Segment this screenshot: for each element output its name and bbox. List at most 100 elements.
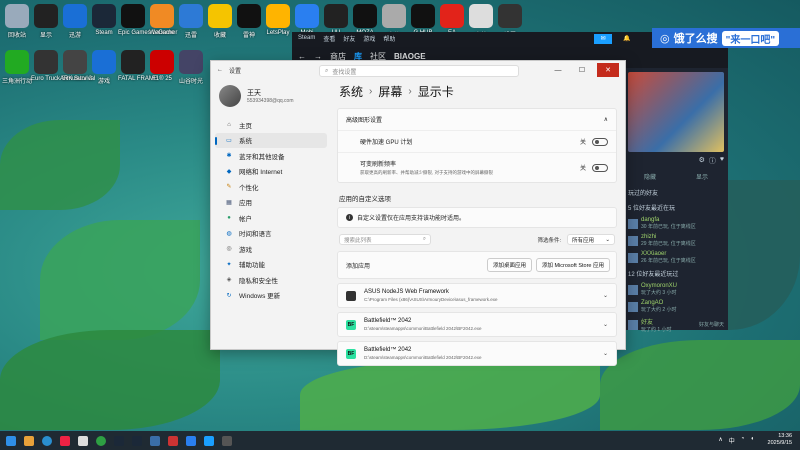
settings-taskbar-icon[interactable]	[222, 435, 232, 446]
filter-select[interactable]: 所有应用 ⌄	[567, 234, 615, 245]
desktop-shortcut[interactable]: WeGame	[147, 4, 177, 36]
bell-icon[interactable]: 🔔	[618, 34, 636, 44]
desktop-shortcut[interactable]: 雷神	[234, 4, 264, 39]
desktop-shortcut[interactable]: 回收站	[2, 4, 32, 39]
user-profile[interactable]: 王天 553934398@qq.com	[211, 79, 331, 117]
settings-search-input[interactable]: ⌕ 查找设置	[319, 65, 519, 77]
steam-taskbar-icon-2[interactable]	[132, 435, 142, 446]
desktop-shortcut[interactable]: Epic Games Launcher	[118, 4, 177, 36]
app-icon[interactable]	[168, 435, 178, 446]
heart-icon[interactable]: ♥	[720, 156, 724, 166]
app-list-item[interactable]: BF Battlefield™ 2042 D:\steam\steamapps\co…	[337, 312, 617, 337]
search-icon: ⌕	[325, 67, 329, 74]
chevron-down-icon: ⌄	[605, 236, 610, 243]
add-store-app-button[interactable]: 添加 Microsoft Store 应用	[535, 258, 610, 272]
sidebar-item[interactable]: ◎ 游戏	[215, 241, 327, 257]
desktop-shortcut[interactable]: 三角洲行动	[2, 50, 32, 85]
app-shortcut-icon	[208, 4, 232, 28]
friend-item[interactable]: OxymoronXU 玩了大约 3 小时	[624, 281, 728, 298]
app-shortcut-icon	[92, 4, 116, 28]
chevron-down-icon[interactable]: ⌄	[603, 292, 608, 299]
gpu-scheduling-toggle[interactable]	[592, 137, 608, 146]
friend-item[interactable]: ZangAO 玩了大约 2 小时	[624, 298, 728, 315]
minimize-button[interactable]: —	[549, 63, 567, 77]
chevron-down-icon[interactable]: ⌄	[603, 350, 608, 357]
vrr-toggle[interactable]	[592, 163, 608, 172]
friend-item[interactable]: dangfa 30 年前已玩, 位于离线区	[624, 215, 728, 232]
sidebar-item[interactable]: ▦ 应用	[215, 195, 327, 211]
gear-icon[interactable]: ⚙	[699, 156, 705, 166]
tab-show[interactable]: 显示	[696, 172, 708, 181]
sidebar-item[interactable]: ↻ Windows 更新	[215, 288, 327, 304]
add-desktop-app-button[interactable]: 添加桌面应用	[486, 258, 532, 272]
settings-window[interactable]: ← 设置 — ☐ ✕ ⌕ 查找设置 王天 553934398@qq.com ⌂ 主…	[210, 60, 626, 366]
file-explorer-icon[interactable]	[24, 435, 34, 446]
steam-menu-item[interactable]: Steam	[298, 35, 315, 41]
steam-taskbar-icon[interactable]	[114, 435, 124, 446]
sidebar-item[interactable]: ● 帐户	[215, 210, 327, 226]
chevron-up-icon[interactable]: ∧	[604, 116, 608, 123]
steam-menu-item[interactable]: 好友	[343, 34, 355, 43]
add-app-label: 添加应用	[346, 263, 371, 270]
app-icon[interactable]	[204, 435, 214, 446]
sidebar-item[interactable]: ◆ 网络和 Internet	[215, 164, 327, 180]
clock[interactable]: 13:36 2025/9/15	[768, 433, 792, 447]
app-icon[interactable]	[150, 435, 160, 446]
desktop-shortcut[interactable]: 山谷时光	[176, 50, 206, 85]
sidebar-item[interactable]: ⌂ 主页	[215, 117, 327, 133]
wifi-icon[interactable]: ◔	[741, 436, 745, 445]
chevron-down-icon[interactable]: ⌄	[603, 321, 608, 328]
sidebar-item[interactable]: ◍ 时间和语言	[215, 226, 327, 242]
start-windows-icon[interactable]	[6, 435, 16, 446]
sidebar-item[interactable]: ▭ 系统	[215, 132, 327, 148]
desktop-shortcut[interactable]: 游戏	[89, 50, 119, 85]
advanced-graphics-header[interactable]: 高级图形设置 ∧	[338, 109, 616, 130]
app-shortcut-icon	[179, 4, 203, 28]
steam-menu-item[interactable]: 游戏	[363, 34, 375, 43]
app-icon[interactable]	[78, 435, 88, 446]
sidebar-item[interactable]: ✦ 辅助功能	[215, 257, 327, 273]
info-icon[interactable]: ⓘ	[709, 156, 716, 166]
sidebar-item[interactable]: ✱ 蓝牙和其他设备	[215, 148, 327, 164]
game-cover-art	[628, 72, 724, 152]
steam-menu-item[interactable]: 帮助	[383, 34, 395, 43]
steam-announce-button[interactable]: ✉	[594, 34, 612, 44]
friend-item[interactable]: zhizhi 29 年前已玩, 位于离线区	[624, 232, 728, 249]
desktop-shortcut[interactable]: FATAL FRAME	[118, 50, 158, 82]
volume-icon[interactable]: ◖	[750, 436, 754, 445]
desktop-shortcut[interactable]: Steam	[89, 4, 119, 36]
desktop-shortcut[interactable]: ARK Survival	[60, 50, 95, 82]
app-icon[interactable]	[186, 435, 196, 446]
pen-icon: ✎	[226, 184, 232, 191]
desktop-shortcut[interactable]: F1® 25	[147, 50, 177, 82]
desktop-shortcut[interactable]: 迅雷	[176, 4, 206, 39]
maximize-button[interactable]: ☐	[573, 63, 591, 77]
breadcrumb-system[interactable]: 系统	[339, 83, 363, 100]
edge-browser-icon[interactable]	[42, 435, 52, 446]
desktop-shortcut[interactable]: LetsPlay	[263, 4, 293, 36]
desktop-shortcut[interactable]: Euro Truck Simulator 2	[31, 50, 92, 82]
breadcrumb-display[interactable]: 屏幕	[378, 83, 402, 100]
sidebar-item[interactable]: ✎ 个性化	[215, 179, 327, 195]
friend-item[interactable]: XXXiaoer 26 年前已玩, 位于离线区	[624, 249, 728, 266]
app-list-search-input[interactable]: 搜索此列表 ⌕	[339, 234, 431, 245]
sidebar-item[interactable]: ◈ 隐私和安全性	[215, 272, 327, 288]
friends-chat-button[interactable]: 好友与聊天	[699, 321, 724, 328]
settings-sidebar: 王天 553934398@qq.com ⌂ 主页 ▭ 系统 ✱ 蓝牙和其他设备 ◆ 网络和 I…	[211, 79, 331, 349]
desktop-shortcut[interactable]: 收藏	[205, 4, 235, 39]
app-list-item[interactable]: ASUS NodeJS Web Framework C:\Program File…	[337, 283, 617, 308]
app-list-item[interactable]: BF Battlefield™ 2042 D:\steam\steamapps\co…	[337, 341, 617, 366]
window-title: 设置	[229, 68, 242, 75]
desktop-shortcut[interactable]: 显示	[31, 4, 61, 39]
steam-menu-item[interactable]: 查看	[323, 34, 335, 43]
promo-banner[interactable]: ◎ 饿了么搜 "来一口吧"	[652, 28, 800, 48]
close-button[interactable]: ✕	[597, 63, 619, 77]
system-tray[interactable]: ∧ 中 ◔ ◖	[718, 436, 754, 445]
desktop-shortcut[interactable]: 迅游	[60, 4, 90, 39]
store-icon[interactable]	[60, 435, 70, 446]
tab-hide[interactable]: 隐藏	[644, 172, 656, 181]
wechat-icon[interactable]	[96, 435, 106, 446]
back-arrow-icon[interactable]: ←	[217, 67, 223, 73]
language-indicator[interactable]: 中	[729, 436, 735, 445]
tray-overflow-icon[interactable]: ∧	[718, 436, 722, 445]
